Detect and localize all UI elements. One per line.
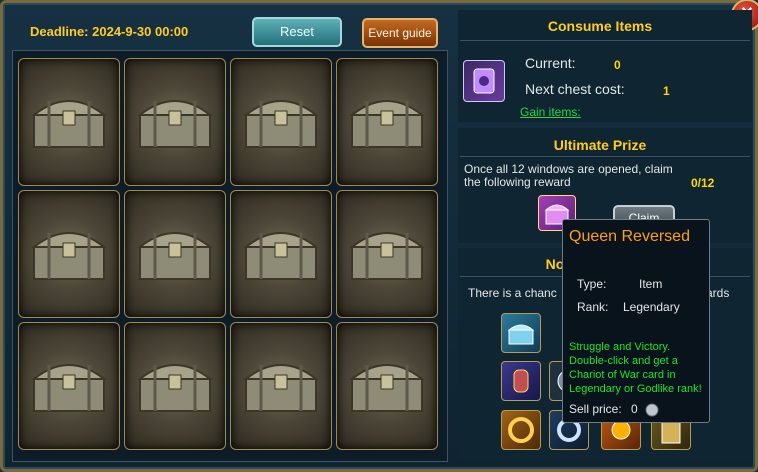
chest-cell[interactable] — [18, 58, 120, 186]
chest-icon — [243, 232, 319, 280]
item-tooltip: Queen Reversed Type: Item Rank: Legendar… — [562, 219, 710, 423]
chest-cell[interactable] — [336, 190, 438, 318]
chest-icon — [243, 364, 319, 412]
chest-cell[interactable] — [230, 58, 332, 186]
tooltip-rank-label: Rank: — [577, 300, 609, 314]
sell-price-value: 0 — [631, 402, 638, 416]
tooltip-type-label: Type: — [577, 277, 607, 291]
reset-button[interactable]: Reset — [252, 17, 342, 47]
prize-title: Ultimate Prize — [553, 137, 647, 153]
prize-description: Once all 12 windows are opened, claim th… — [464, 162, 673, 189]
notice-text-left: There is a chanc — [468, 286, 557, 300]
card-icon — [473, 68, 495, 94]
prize-progress: 0/12 — [691, 176, 715, 190]
tooltip-sell-price: Sell price: 0 — [569, 402, 659, 417]
sell-price-label: Sell price: — [569, 402, 622, 416]
tooltip-rank-value: Legendary — [623, 300, 680, 314]
potion-icon — [513, 369, 529, 393]
chest-cell[interactable] — [124, 190, 226, 318]
next-cost-label: Next chest cost: — [525, 81, 625, 97]
reward-item[interactable] — [501, 313, 541, 353]
event-guide-button[interactable]: Event guide — [362, 18, 438, 48]
chest-icon — [349, 364, 425, 412]
gain-items-link[interactable]: Gain items: — [520, 105, 581, 119]
chest-cell[interactable] — [124, 322, 226, 450]
reward-item[interactable] — [501, 410, 541, 450]
chest-icon — [137, 100, 213, 148]
tooltip-type-value: Item — [639, 277, 663, 291]
chest-icon — [349, 100, 425, 148]
coin-icon — [645, 403, 659, 417]
chest-icon — [31, 100, 107, 148]
current-label: Current: — [525, 55, 576, 71]
tooltip-description: Struggle and Victory. Double-click and g… — [569, 341, 702, 395]
chest-cell[interactable] — [18, 190, 120, 318]
chest-cell[interactable] — [230, 322, 332, 450]
divider — [460, 40, 750, 41]
chest-icon — [137, 232, 213, 280]
consume-title: Consume Items — [547, 18, 653, 34]
chest-cell[interactable] — [230, 190, 332, 318]
current-value: 0 — [614, 58, 621, 72]
chest-icon — [31, 364, 107, 412]
chest-cell[interactable] — [336, 322, 438, 450]
gold-ring-icon — [508, 417, 534, 443]
chest-cell[interactable] — [18, 322, 120, 450]
tooltip-rank-row: Rank: Legendary — [577, 300, 680, 314]
chest-icon — [349, 232, 425, 280]
tooltip-title: Queen Reversed — [569, 228, 690, 245]
chest-cell[interactable] — [124, 58, 226, 186]
reward-item[interactable] — [501, 361, 541, 401]
chest-cell[interactable] — [336, 58, 438, 186]
consume-item-icon[interactable] — [463, 60, 505, 102]
chest-icon — [137, 364, 213, 412]
chest-icon — [243, 100, 319, 148]
chest-icon — [31, 232, 107, 280]
divider — [460, 156, 750, 157]
chest-grid — [18, 58, 438, 450]
next-cost-value: 1 — [663, 84, 670, 98]
tooltip-type-row: Type: Item — [577, 277, 662, 291]
deadline-text: Deadline: 2024-9-30 00:00 — [30, 24, 189, 39]
blue-chest-icon — [507, 324, 535, 345]
